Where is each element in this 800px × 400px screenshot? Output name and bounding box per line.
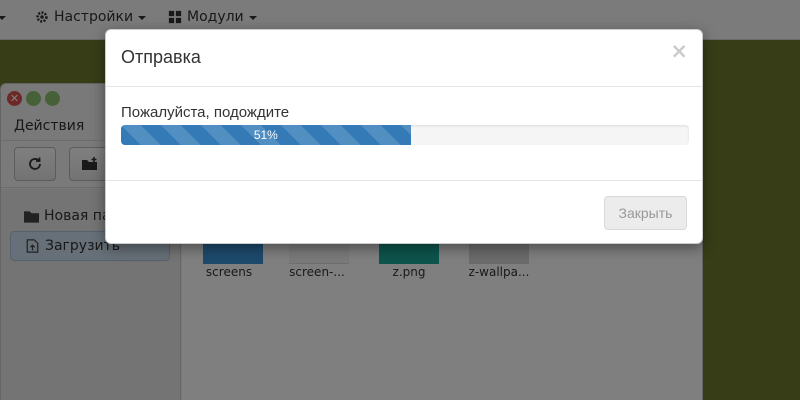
close-button[interactable]: Закрыть [604, 196, 687, 230]
dialog-title: Отправка [121, 47, 201, 67]
upload-progress-dialog: Отправка × Пожалуйста, подождите 51% Зак… [105, 29, 703, 244]
dialog-body: Пожалуйста, подождите 51% [106, 87, 702, 180]
wait-message: Пожалуйста, подождите [121, 104, 290, 121]
progress-track: 51% [121, 125, 689, 145]
dialog-header: Отправка × [106, 30, 702, 87]
close-icon[interactable]: × [670, 41, 688, 62]
dialog-footer: Закрыть [106, 180, 702, 243]
progress-bar: 51% [121, 125, 411, 145]
